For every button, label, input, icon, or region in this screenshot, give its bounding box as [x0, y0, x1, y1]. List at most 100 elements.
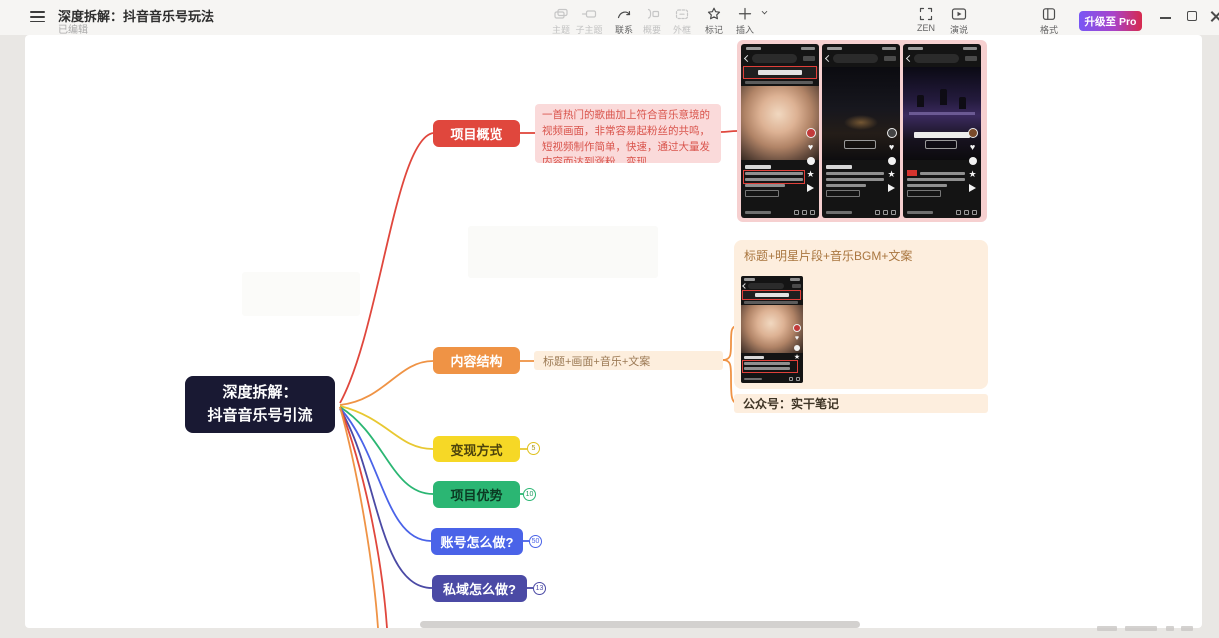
branch-content-structure[interactable]: 内容结构: [433, 347, 520, 374]
play-icon: [941, 6, 977, 21]
window-minimize-button[interactable]: [1160, 17, 1171, 19]
back-icon: [825, 55, 832, 62]
subtopic-icon: [571, 6, 607, 21]
annotation-box: [743, 170, 805, 184]
tool-present[interactable]: 演说: [941, 6, 977, 36]
like-icon: ♥: [795, 335, 799, 342]
branch-advantages[interactable]: 项目优势: [433, 481, 520, 508]
status-bar: [827, 47, 842, 50]
favorite-icon: ★: [887, 170, 895, 179]
tool-zen[interactable]: ZEN: [908, 6, 944, 33]
collection-button: [844, 140, 876, 149]
tool-boundary[interactable]: 外框: [664, 6, 700, 36]
overlay-title: [914, 132, 970, 138]
avatar: [887, 128, 897, 138]
status-icons: [801, 47, 815, 50]
comment-icon: [807, 157, 815, 165]
action-rail: ♥ ★: [792, 324, 802, 361]
like-icon: ♥: [889, 143, 894, 152]
screenshots-panel[interactable]: ♥ ★ ♥ ★: [737, 40, 987, 222]
zoom-controls[interactable]: [1097, 626, 1117, 631]
avatar: [968, 128, 978, 138]
horizontal-scrollbar[interactable]: [420, 621, 860, 628]
window-maximize-button[interactable]: [1187, 11, 1197, 21]
status-icons: [882, 47, 896, 50]
zoom-controls[interactable]: [1181, 626, 1193, 631]
window-close-button[interactable]: [1210, 10, 1219, 22]
search-input: [914, 54, 959, 63]
annotation-box: [742, 290, 801, 300]
phone-screenshot-2: ♥ ★: [822, 44, 900, 218]
zen-mode-icon: [908, 6, 944, 21]
menu-icon[interactable]: [30, 11, 45, 23]
back-icon: [744, 55, 751, 62]
status-icons: [963, 47, 977, 50]
titlebar: 深度拆解：抖音音乐号玩法 已编辑 主题 子主题 联系 概要 外框 标记 插入: [0, 0, 1219, 35]
caption-line: [907, 184, 947, 187]
like-icon: ♥: [808, 143, 813, 152]
action-rail: ♥ ★: [966, 128, 979, 192]
upgrade-pro-button[interactable]: 升级至 Pro: [1079, 11, 1142, 31]
status-bar: [908, 47, 923, 50]
caption-title: [744, 356, 764, 359]
status-icons: [790, 278, 800, 281]
caption-line: [907, 178, 965, 181]
player-bar: [744, 377, 800, 381]
share-icon: [807, 184, 814, 192]
branch-private-domain-howto[interactable]: 私域怎么做?: [432, 575, 527, 602]
comment-icon: [969, 157, 977, 165]
branch-monetization[interactable]: 变现方式: [433, 436, 520, 462]
subtitle-line: [744, 301, 798, 304]
comment-icon: [794, 345, 800, 351]
zoom-controls[interactable]: [1125, 626, 1157, 631]
back-icon: [906, 55, 913, 62]
comment-icon: [888, 157, 896, 165]
chevron-down-icon: [762, 9, 768, 15]
plus-icon: [727, 6, 763, 21]
root-line1: 深度拆解：: [222, 382, 297, 405]
tool-insert[interactable]: 插入: [727, 6, 763, 36]
root-node[interactable]: 深度拆解： 抖音音乐号引流: [185, 376, 335, 433]
search-button: [884, 56, 896, 61]
structure-note[interactable]: 标题+画面+音乐+文案: [534, 351, 723, 370]
tool-subtopic[interactable]: 子主题: [571, 6, 607, 36]
collection-button: [925, 140, 957, 149]
branch-account-howto[interactable]: 账号怎么做?: [431, 528, 523, 555]
avatar: [793, 324, 801, 332]
search-input: [748, 283, 784, 289]
app-window: 深度拆解：抖音音乐号玩法 已编辑 主题 子主题 联系 概要 外框 标记 插入: [0, 0, 1219, 638]
collapse-badge[interactable]: 10: [523, 488, 536, 501]
tag-box: [907, 190, 941, 197]
caption-line: [826, 184, 866, 187]
search-button: [965, 56, 977, 61]
action-rail: ♥ ★: [885, 128, 898, 192]
search-input: [833, 54, 878, 63]
phone-screenshot-4: ♥ ★: [741, 276, 803, 383]
tool-format[interactable]: 格式: [1031, 6, 1067, 36]
structure-detail-node[interactable]: 标题+明星片段+音乐BGM+文案 ♥ ★: [734, 240, 988, 389]
caption-title: [745, 165, 771, 169]
subtitle-line: [745, 81, 813, 84]
boundary-icon: [664, 6, 700, 21]
collapse-badge[interactable]: 5: [527, 442, 540, 455]
caption-line: [745, 184, 785, 187]
search-input: [752, 54, 797, 63]
zoom-controls[interactable]: [1166, 626, 1174, 631]
account-note[interactable]: 公众号：实干笔记: [734, 394, 988, 413]
watermark: [468, 226, 658, 278]
status-bar: [744, 278, 755, 281]
search-button: [803, 56, 815, 61]
phone-screenshot-3: ♥ ★: [903, 44, 981, 218]
branch-project-overview[interactable]: 项目概览: [433, 120, 520, 147]
collapse-badge[interactable]: 50: [529, 535, 542, 548]
collapse-badge[interactable]: 13: [533, 582, 546, 595]
caption-line: [826, 178, 884, 181]
back-icon: [742, 283, 748, 289]
tag-box: [745, 190, 779, 197]
overview-note[interactable]: 一首热门的歌曲加上符合音乐意境的视频画面，非常容易起粉丝的共鸣，短视频制作简单，…: [535, 104, 721, 163]
search-button: [792, 284, 801, 288]
share-icon: [888, 184, 895, 192]
player-bar: [826, 210, 896, 215]
annotation-box: [743, 66, 817, 79]
share-icon: [969, 184, 976, 192]
